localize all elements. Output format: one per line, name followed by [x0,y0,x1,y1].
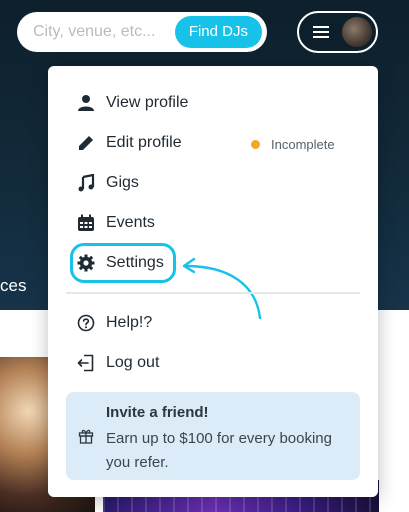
menu-item-label: Edit profile [106,134,182,151]
profile-status-text: Incomplete [271,136,335,152]
user-menu-toggle[interactable] [297,11,378,53]
profile-status-badge: Incomplete [251,134,335,154]
search-input[interactable] [33,23,173,41]
menu-item-label: Settings [106,254,164,271]
gear-icon [76,253,96,273]
menu-item-label: Events [106,214,155,231]
pointer-arrow-icon [182,257,262,320]
avatar [342,17,372,47]
menu-item-log-out[interactable]: Log out [76,349,159,377]
hamburger-icon [313,26,329,38]
menu-item-label: Gigs [106,174,139,191]
find-djs-button[interactable]: Find DJs [174,16,262,48]
menu-item-label: View profile [106,94,189,111]
menu-item-settings[interactable]: Settings [76,249,164,277]
menu-item-gigs[interactable]: Gigs [76,169,139,197]
background-heading-fragment: ces [0,276,27,295]
menu-item-view-profile[interactable]: View profile [76,89,188,117]
invite-title: Invite a friend! [106,404,209,421]
user-dropdown-menu: View profile Edit profile Incomplete Gig… [48,66,378,497]
music-note-icon [76,173,96,193]
menu-item-events[interactable]: Events [76,209,155,237]
menu-item-label: Log out [106,354,160,371]
pencil-icon [76,133,96,153]
menu-divider [66,292,360,294]
invite-description: Earn up to $100 for every booking you re… [106,430,332,471]
calendar-icon [76,213,96,233]
gift-icon [78,428,94,449]
menu-item-help[interactable]: Help!? [76,309,152,337]
menu-item-edit-profile[interactable]: Edit profile [76,129,182,157]
help-circle-icon [76,313,96,333]
search-bar: Find DJs [17,12,267,52]
menu-item-label: Help!? [106,314,153,331]
logout-icon [76,353,96,373]
status-dot-icon [251,139,260,149]
user-icon [76,93,96,113]
invite-friend-card[interactable]: Invite a friend! Earn up to $100 for eve… [66,392,360,480]
